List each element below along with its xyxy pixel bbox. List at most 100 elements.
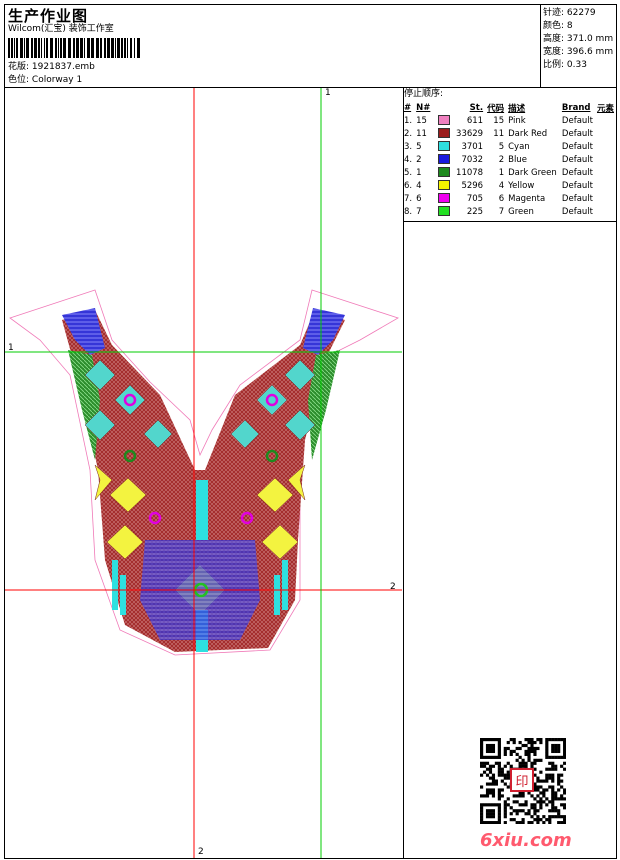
- barcode-bar: [115, 38, 116, 58]
- row-description: Yellow: [508, 180, 535, 191]
- qr-module: [530, 761, 534, 765]
- row-element: [595, 127, 616, 140]
- colorway-value: Colorway 1: [31, 75, 83, 85]
- qr-module: [491, 803, 496, 807]
- qr-module: [485, 755, 490, 759]
- qr-module: [480, 812, 484, 816]
- row-description: Cyan: [508, 141, 530, 152]
- qr-module: [530, 749, 534, 754]
- qr-module: [551, 761, 555, 765]
- qr-module: [488, 776, 493, 780]
- qr-module: [497, 752, 501, 756]
- barcode-bar: [84, 38, 85, 58]
- qr-module: [536, 758, 540, 762]
- qr-module: [527, 812, 531, 816]
- barcode-bar: [8, 38, 10, 58]
- qr-module: [491, 764, 496, 768]
- qr-module: [494, 782, 498, 786]
- qr-module: [491, 782, 496, 786]
- row-needle: 1: [416, 167, 422, 178]
- qr-module: [497, 821, 501, 825]
- qr-module: [506, 761, 510, 765]
- qr-module: [554, 749, 558, 754]
- qr-module: [521, 809, 525, 813]
- qr-module: [488, 746, 493, 751]
- qr-module: [497, 803, 501, 807]
- qr-module: [497, 749, 501, 754]
- qr-module: [485, 809, 490, 813]
- qr-module: [480, 773, 484, 777]
- table-row: 2. 11 33629 11 Dark Red Default: [402, 127, 616, 140]
- barcode-bar: [16, 38, 18, 58]
- qr-module: [500, 767, 504, 771]
- qr-module: [491, 809, 496, 813]
- qr-module: [527, 740, 531, 745]
- qr-module: [551, 779, 555, 783]
- qr-module: [488, 821, 493, 825]
- qr-module: [485, 746, 490, 751]
- qr-module: [533, 809, 537, 813]
- qr-module: [497, 764, 501, 768]
- qr-module: [563, 761, 567, 765]
- barcode-bar: [38, 38, 40, 58]
- col-element: 元素: [596, 103, 614, 114]
- barcode-bar: [107, 38, 110, 58]
- qr-module: [560, 794, 564, 798]
- qr-module: [491, 749, 496, 754]
- qr-module: [548, 815, 552, 819]
- qr-module: [480, 803, 484, 807]
- barcode-bar: [87, 38, 90, 58]
- qr-module: [497, 812, 501, 816]
- qr-module: [554, 738, 558, 742]
- qr-module: [554, 815, 558, 819]
- qr-module: [497, 809, 501, 813]
- qr-module: [503, 776, 507, 780]
- qr-module: [539, 806, 543, 810]
- table-row: 6. 4 5296 4 Yellow Default: [402, 179, 616, 192]
- row-index: 2.: [404, 128, 413, 139]
- color-swatch: [438, 193, 451, 204]
- qr-module: [563, 806, 567, 810]
- qr-module: [551, 800, 555, 804]
- qr-module: [563, 788, 567, 792]
- qr-module: [509, 818, 513, 822]
- qr-module: [560, 785, 564, 789]
- qr-module: [521, 743, 525, 748]
- qr-module: [488, 809, 493, 813]
- qr-module: [491, 746, 496, 751]
- qr-module: [533, 740, 537, 745]
- qr-module: [557, 773, 561, 777]
- qr-module: [560, 773, 564, 777]
- qr-module: [536, 746, 540, 751]
- row-code: 11: [493, 128, 505, 139]
- qr-module: [503, 746, 507, 751]
- qr-module: [536, 779, 540, 783]
- barcode-bar: [41, 38, 42, 58]
- qr-module: [480, 821, 484, 825]
- qr-module: [548, 809, 552, 813]
- qr-module: [557, 788, 561, 792]
- qr-module: [482, 803, 487, 807]
- qr-module: [533, 752, 537, 756]
- qr-module: [563, 767, 567, 771]
- summary-height: 高度: 371.0 mm: [543, 34, 614, 44]
- stop-sequence-table: # N# St. 代码 描述 Brand 元素 1. 15 611 15 Pink Def…: [402, 101, 616, 218]
- barcode-bar: [76, 38, 79, 58]
- qr-module: [539, 770, 543, 774]
- qr-module: [557, 779, 561, 783]
- qr-code: 印: [480, 738, 567, 825]
- watermark-logo: 6xiu.com: [480, 830, 572, 851]
- qr-module: [563, 755, 567, 759]
- qr-module: [509, 812, 513, 816]
- qr-module: [482, 755, 487, 759]
- qr-module: [548, 755, 552, 759]
- qr-module: [480, 752, 484, 756]
- row-swatch: [436, 192, 453, 205]
- row-index: 1.: [404, 115, 413, 126]
- qr-module: [506, 803, 510, 807]
- row-code: 4: [498, 180, 505, 191]
- qr-module: [497, 738, 501, 742]
- qr-module: [548, 738, 552, 742]
- qr-module: [539, 758, 543, 762]
- qr-module: [491, 812, 496, 816]
